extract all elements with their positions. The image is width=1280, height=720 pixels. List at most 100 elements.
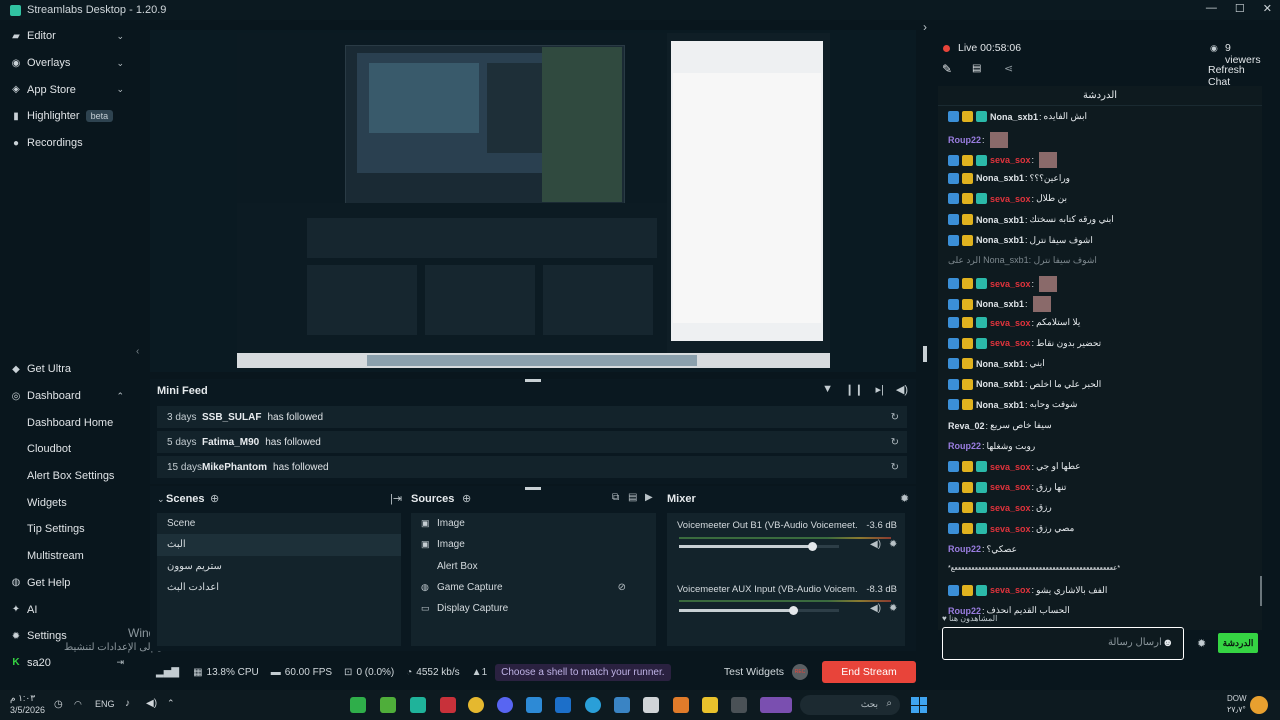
tray-chevron-icon[interactable]: ⌃ — [167, 698, 175, 709]
chat-username[interactable]: seva_sox — [990, 482, 1031, 492]
source-item[interactable]: ▣ Image — [411, 534, 656, 555]
chrome-icon[interactable] — [468, 697, 484, 713]
speaker-icon[interactable]: ◀) — [146, 698, 157, 709]
sidebar-item-editor[interactable]: ▰ Editor ⌄ — [0, 23, 138, 50]
sidebar-item-overlays[interactable]: ◉ Overlays ⌄ — [0, 50, 138, 77]
scene-item[interactable]: ستريم سوون — [157, 556, 401, 577]
stream-preview[interactable] — [150, 30, 916, 372]
chat-username[interactable]: seva_sox — [990, 585, 1031, 595]
app-icon[interactable] — [526, 697, 542, 713]
chat-username[interactable]: Reva_02 — [948, 421, 985, 431]
source-group-icon[interactable]: ⧉ — [612, 492, 619, 503]
mixer-settings-icon[interactable]: ✹ — [900, 492, 909, 505]
record-button[interactable]: REC — [792, 664, 808, 680]
file-explorer-icon[interactable] — [614, 697, 630, 713]
maximize-button[interactable]: ☐ — [1235, 2, 1245, 15]
warning-icon[interactable]: ▲1 — [472, 667, 487, 678]
source-item[interactable]: ◍ Game Capture ⊘ — [411, 577, 656, 598]
chat-username[interactable]: seva_sox — [990, 194, 1031, 204]
sidebar-item-cloudbot[interactable]: Cloudbot — [0, 436, 138, 463]
resize-handle[interactable] — [525, 487, 541, 490]
sidebar-item-dashboard-home[interactable]: Dashboard Home — [0, 409, 138, 436]
chat-username[interactable]: Nona_sxb1 — [976, 359, 1024, 369]
wifi-icon[interactable]: ◠ — [74, 699, 82, 710]
pause-icon[interactable]: ❙❙ — [845, 383, 863, 396]
collapse-chat-icon[interactable]: › — [923, 20, 927, 34]
refresh-chat-button[interactable]: Refresh Chat — [1208, 64, 1268, 88]
chat-username[interactable]: seva_sox — [990, 503, 1031, 513]
language-indicator[interactable]: ENG — [95, 699, 115, 709]
sidebar-item-ai[interactable]: ✦ AI — [0, 596, 138, 623]
chat-username[interactable]: Nona_sxb1 — [976, 215, 1024, 225]
end-stream-button[interactable]: End Stream — [822, 661, 916, 683]
discord-icon[interactable] — [497, 697, 513, 713]
source-item[interactable]: Alert Box — [411, 556, 656, 577]
chevron-down-icon[interactable]: ⌄ — [116, 58, 124, 69]
scene-item[interactable]: البث — [157, 534, 401, 556]
app-icon[interactable] — [440, 697, 456, 713]
mute-icon[interactable]: ◀) — [870, 539, 881, 550]
outlook-icon[interactable] — [555, 697, 571, 713]
source-properties-icon[interactable]: ▶ — [645, 492, 653, 503]
performance-chart-icon[interactable]: ▂▅▇ — [156, 667, 179, 678]
chat-username[interactable]: seva_sox — [990, 279, 1031, 289]
preview-resize-handle[interactable] — [923, 346, 927, 362]
volume-icon[interactable]: ◀) — [896, 383, 908, 396]
sidebar-item-highlighter[interactable]: ▮ Highlighter beta — [0, 103, 138, 130]
app-icon[interactable] — [760, 697, 792, 713]
sidebar-item-alert-box-settings[interactable]: Alert Box Settings — [0, 463, 138, 490]
source-item[interactable]: ▣ Image — [411, 513, 656, 534]
popout-icon[interactable]: ▤ — [972, 63, 981, 74]
sidebar-item-multistream[interactable]: Multistream — [0, 543, 138, 570]
sidebar-item-app-store[interactable]: ◈ App Store ⌄ — [0, 76, 138, 103]
sidebar-item-widgets[interactable]: Widgets — [0, 489, 138, 516]
sidebar-item-dashboard[interactable]: ◎ Dashboard ⌃ — [0, 383, 138, 410]
app-icon[interactable] — [380, 697, 396, 713]
close-button[interactable]: ✕ — [1263, 2, 1272, 15]
add-source-icon[interactable]: ⊕ — [462, 492, 471, 505]
chevron-up-icon[interactable]: ⌃ — [116, 391, 124, 402]
weather-icon[interactable] — [1250, 696, 1268, 714]
taskbar-search[interactable]: بحث ⌕ — [800, 695, 900, 715]
streamlabs-taskbar-icon[interactable] — [410, 697, 426, 713]
share-icon[interactable]: ⋖ — [1004, 62, 1013, 75]
chat-username[interactable]: Nona_sxb1 — [976, 400, 1024, 410]
chat-send-button[interactable]: الدردشة — [1218, 633, 1258, 653]
folder-icon[interactable]: ▤ — [628, 492, 637, 503]
logout-icon[interactable]: ⇥ — [116, 657, 124, 668]
add-scene-icon[interactable]: ⊕ — [210, 492, 219, 505]
resize-handle[interactable] — [525, 379, 541, 382]
hide-source-icon[interactable]: ⊘ — [618, 582, 626, 593]
sidebar-item-get-help[interactable]: ◍ Get Help — [0, 570, 138, 597]
chevron-down-icon[interactable]: ⌄ — [116, 31, 124, 42]
notification-icon[interactable]: ◷ — [54, 699, 63, 710]
channel-settings-icon[interactable]: ✹ — [889, 539, 897, 550]
pencil-icon[interactable]: ✎ — [942, 62, 952, 76]
chat-username[interactable]: seva_sox — [990, 318, 1031, 328]
chat-input[interactable]: ارسال رسالة ☻ — [942, 627, 1184, 660]
chat-username[interactable]: Nona_sxb1 — [990, 112, 1038, 122]
sidebar-item-get-ultra[interactable]: ◆ Get Ultra — [0, 356, 138, 383]
mute-icon[interactable]: ◀) — [870, 603, 881, 614]
collapse-sidebar-icon[interactable]: ‹ — [136, 346, 139, 357]
replay-icon[interactable]: ↻ — [891, 462, 899, 473]
app-icon[interactable] — [673, 697, 689, 713]
edge-icon[interactable] — [585, 697, 601, 713]
microphone-icon[interactable]: ♪ — [125, 698, 130, 709]
chat-username[interactable]: Roup22 — [948, 135, 981, 145]
chat-username[interactable]: seva_sox — [990, 338, 1031, 348]
chat-username[interactable]: Nona_sxb1 — [976, 299, 1024, 309]
sidebar-item-account[interactable]: Ksa20 ⇥ — [0, 650, 138, 677]
skip-icon[interactable]: ▸| — [875, 383, 883, 396]
chat-username[interactable]: seva_sox — [990, 155, 1031, 165]
test-widgets-button[interactable]: Test Widgets — [724, 666, 784, 678]
chat-username[interactable]: seva_sox — [990, 462, 1031, 472]
chat-username[interactable]: Roup22 — [948, 441, 981, 451]
minimize-button[interactable]: — — [1206, 2, 1217, 15]
collapse-scenes-icon[interactable]: ⌄ — [157, 494, 165, 505]
chat-username[interactable]: Nona_sxb1 — [976, 173, 1024, 183]
minecraft-icon[interactable] — [350, 697, 366, 713]
replay-icon[interactable]: ↻ — [891, 437, 899, 448]
chat-settings-icon[interactable]: ✹ — [1197, 637, 1206, 650]
chat-username[interactable]: seva_sox — [990, 524, 1031, 534]
